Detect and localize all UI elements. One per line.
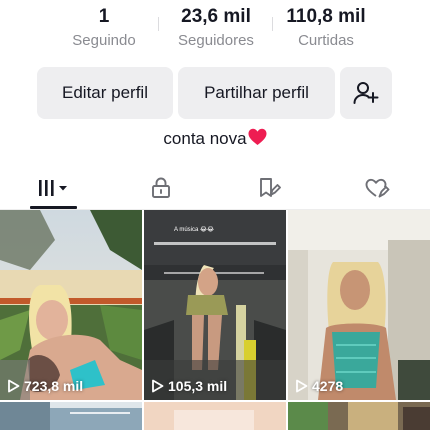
video-2-thumbnail-image — [144, 210, 286, 400]
share-profile-button[interactable]: Partilhar perfil — [178, 67, 335, 119]
bio-text: conta nova — [163, 129, 247, 148]
following-label: Seguindo — [72, 32, 136, 49]
liked-heart-icon — [365, 178, 390, 198]
tab-videos[interactable] — [28, 168, 78, 208]
following-stat[interactable]: 1 Seguindo — [58, 4, 150, 52]
videos-grid-icon — [39, 180, 67, 196]
video-thumbnail[interactable]: A música 😂😂 105,3 mil — [144, 210, 286, 400]
profile-stats: 1 Seguindo 23,6 mil Seguidores 110,8 mil… — [0, 0, 430, 60]
view-count-text: 723,8 mil — [24, 378, 84, 394]
likes-label: Curtidas — [298, 32, 354, 49]
view-count: 4278 — [295, 378, 343, 394]
lock-icon — [152, 177, 170, 198]
video-caption-overlay: A música 😂😂 — [174, 227, 215, 233]
video-thumbnail-partial[interactable] — [144, 402, 286, 430]
video-thumbnail[interactable]: 4278 — [288, 210, 430, 400]
video-thumbnail-partial[interactable] — [0, 402, 142, 430]
video-4-thumbnail-image — [0, 402, 142, 430]
view-count-text: 105,3 mil — [168, 378, 228, 394]
followers-label: Seguidores — [178, 32, 254, 49]
stat-divider — [158, 17, 159, 31]
view-count: 723,8 mil — [7, 378, 83, 394]
video-3-thumbnail-image — [288, 210, 430, 400]
profile-tabs — [0, 168, 430, 210]
tab-favorites[interactable] — [248, 168, 290, 208]
edit-profile-button[interactable]: Editar perfil — [37, 67, 173, 119]
add-friend-icon — [353, 82, 379, 104]
followers-count: 23,6 mil — [181, 6, 251, 27]
video-grid: 723,8 mil A música 😂😂 105,3 mil 4278 — [0, 210, 430, 430]
video-thumbnail-partial[interactable] — [288, 402, 430, 430]
view-count-text: 4278 — [312, 378, 344, 394]
tab-liked[interactable] — [356, 168, 398, 208]
video-6-thumbnail-image — [288, 402, 430, 430]
play-icon — [296, 379, 308, 393]
likes-count: 110,8 mil — [286, 6, 366, 27]
favorites-icon — [260, 178, 281, 197]
view-count: 105,3 mil — [151, 378, 227, 394]
play-icon — [8, 379, 20, 393]
profile-bio: conta nova — [0, 128, 430, 152]
stat-divider — [272, 17, 273, 31]
play-icon — [152, 379, 164, 393]
video-5-thumbnail-image — [144, 402, 286, 430]
video-1-thumbnail-image — [0, 210, 142, 400]
red-heart-icon — [248, 128, 267, 152]
add-friend-button[interactable] — [340, 67, 392, 119]
followers-stat[interactable]: 23,6 mil Seguidores — [168, 4, 264, 52]
likes-stat[interactable]: 110,8 mil Curtidas — [280, 4, 372, 52]
video-thumbnail[interactable]: 723,8 mil — [0, 210, 142, 400]
following-count: 1 — [98, 6, 110, 27]
selected-tab-indicator — [30, 206, 77, 209]
tab-private[interactable] — [140, 168, 182, 208]
